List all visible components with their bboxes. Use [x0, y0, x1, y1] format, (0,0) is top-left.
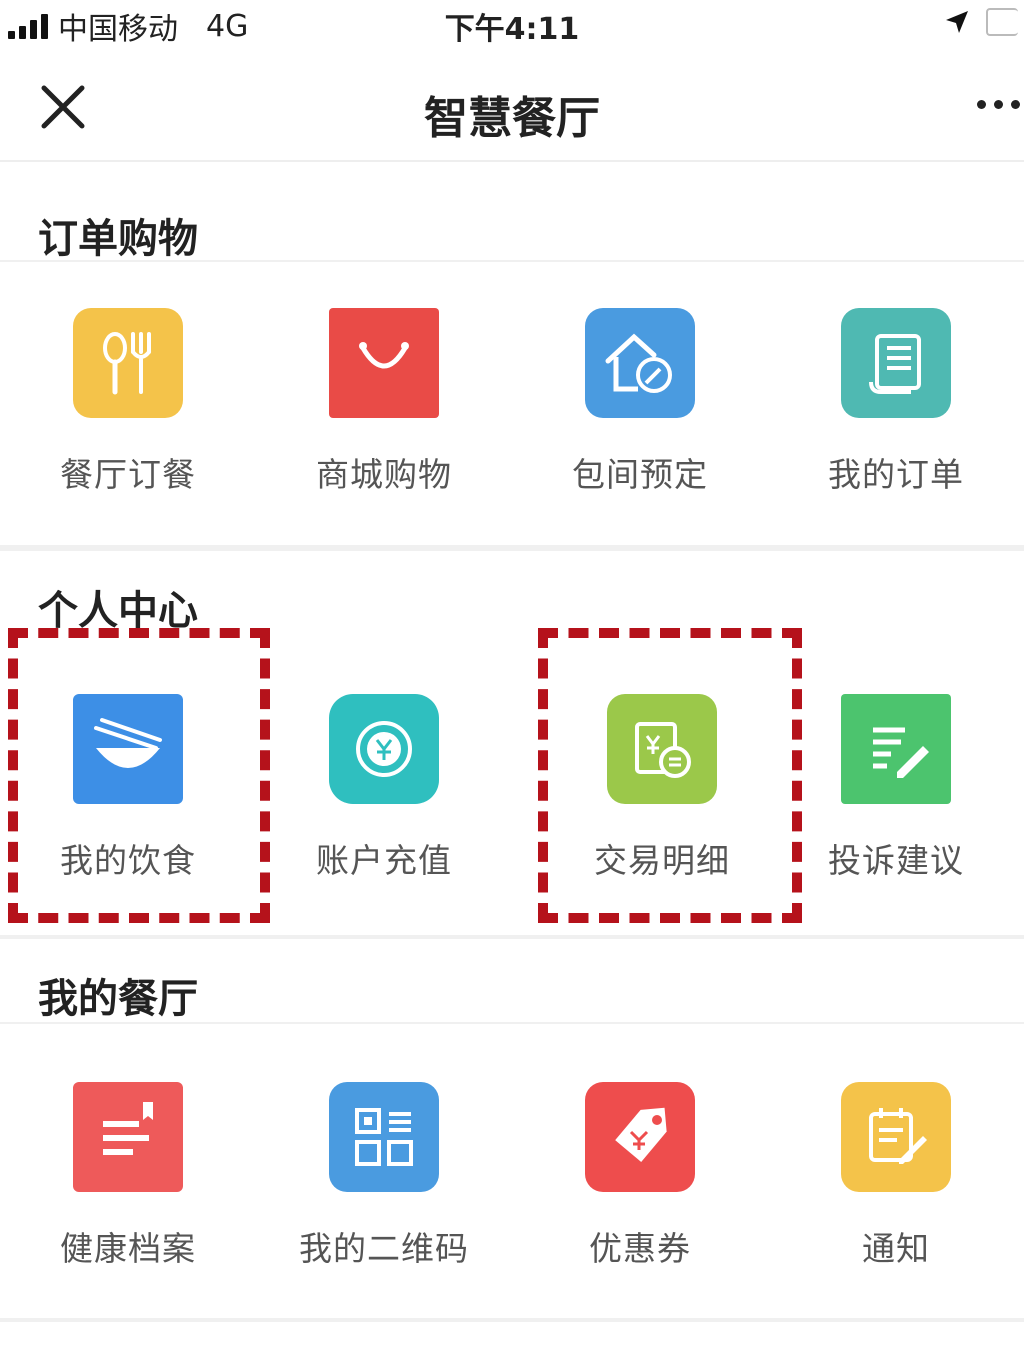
tile-label: 包间预定 — [572, 455, 708, 494]
bowl-chopsticks-icon — [73, 694, 183, 804]
tile-label: 账户充值 — [316, 841, 452, 880]
status-time: 下午4:11 — [444, 12, 580, 47]
tile-label: 交易明细 — [594, 841, 730, 880]
tile-health-record[interactable]: 健康档案 — [0, 1074, 256, 1304]
status-right — [944, 8, 1018, 36]
tile-label: 优惠券 — [589, 1229, 691, 1268]
status-bar: 中国移动 4G 下午4:11 — [0, 0, 1024, 50]
divider — [0, 545, 1024, 551]
document-edit-icon — [841, 694, 951, 804]
tile-label: 我的二维码 — [299, 1229, 469, 1268]
tile-label: 餐厅订餐 — [60, 455, 196, 494]
tile-label: 商城购物 — [316, 455, 452, 494]
tile-complaint-suggestion[interactable]: 投诉建议 — [768, 686, 1024, 916]
transaction-icon — [607, 694, 717, 804]
page-title: 智慧餐厅 — [424, 93, 600, 144]
tile-mall-shopping[interactable]: 商城购物 — [256, 300, 512, 530]
divider — [0, 1022, 1024, 1024]
more-icon[interactable] — [977, 100, 1020, 109]
tile-transaction-details[interactable]: 交易明细 — [534, 686, 790, 916]
divider — [0, 260, 1024, 262]
tile-label: 我的订单 — [828, 455, 964, 494]
nav-bar: 智慧餐厅 — [0, 60, 1024, 162]
divider — [0, 935, 1024, 939]
qr-code-icon — [329, 1082, 439, 1192]
scroll-list-icon — [841, 308, 951, 418]
tile-coupon[interactable]: 优惠券 — [512, 1074, 768, 1304]
tile-label: 通知 — [862, 1229, 930, 1268]
tile-room-booking[interactable]: 包间预定 — [512, 300, 768, 530]
tile-restaurant-order[interactable]: 餐厅订餐 — [0, 300, 256, 530]
tile-my-qr-code[interactable]: 我的二维码 — [256, 1074, 512, 1304]
coupon-tag-icon — [585, 1082, 695, 1192]
divider — [0, 1318, 1024, 1322]
battery-icon — [986, 8, 1018, 36]
tile-label: 健康档案 — [60, 1229, 196, 1268]
tile-my-diet[interactable]: 我的饮食 — [0, 686, 256, 916]
house-key-icon — [585, 308, 695, 418]
yuan-coin-icon — [329, 694, 439, 804]
grid-personal: 我的饮食 账户充值 交易明细 投诉建议 — [0, 686, 1024, 916]
section-title-personal: 个人中心 — [38, 588, 198, 634]
tile-label: 我的饮食 — [60, 841, 196, 880]
section-title-restaurant: 我的餐厅 — [38, 976, 198, 1022]
fork-spoon-icon — [73, 308, 183, 418]
section-title-orders: 订单购物 — [38, 216, 198, 262]
health-record-icon — [73, 1082, 183, 1192]
tile-notice[interactable]: 通知 — [768, 1074, 1024, 1304]
tile-label: 投诉建议 — [828, 841, 964, 880]
grid-orders: 餐厅订餐 商城购物 包间预定 我的订单 — [0, 300, 1024, 530]
grid-restaurant: 健康档案 我的二维码 优惠券 通知 — [0, 1074, 1024, 1304]
tile-my-orders[interactable]: 我的订单 — [768, 300, 1024, 530]
notice-edit-icon — [841, 1082, 951, 1192]
shopping-bag-icon — [329, 308, 439, 418]
close-icon[interactable] — [36, 80, 90, 134]
tile-account-recharge[interactable]: 账户充值 — [256, 686, 512, 916]
location-arrow-icon — [946, 11, 968, 33]
